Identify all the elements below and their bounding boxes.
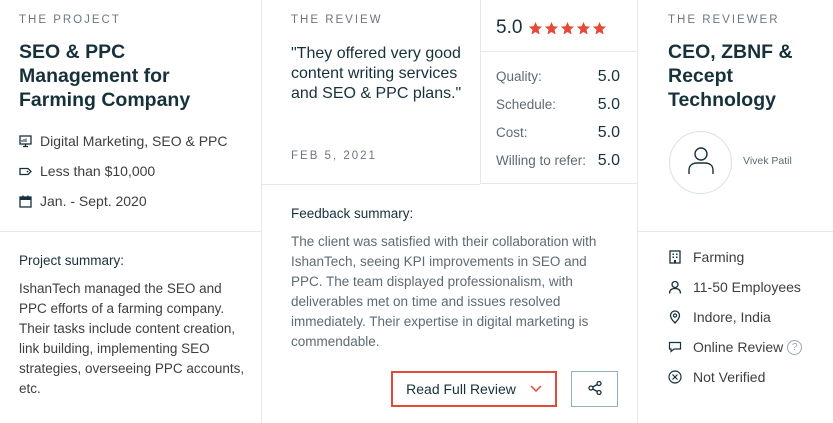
overall-rating-value: 5.0 bbox=[496, 17, 523, 38]
reviewer-review-type-text: Online Review bbox=[693, 339, 784, 355]
rating-value: 5.0 bbox=[597, 124, 620, 141]
project-budget: Less than $10,000 bbox=[19, 163, 155, 179]
rating-label: Cost: bbox=[496, 125, 528, 140]
help-icon[interactable]: ? bbox=[787, 339, 803, 355]
project-services: Digital Marketing, SEO & PPC bbox=[19, 133, 228, 149]
rating-value: 5.0 bbox=[597, 68, 620, 85]
review-eyebrow: THE REVIEW bbox=[291, 14, 383, 26]
read-full-review-label: Read Full Review bbox=[406, 381, 516, 397]
star-icon bbox=[593, 21, 607, 34]
avatar bbox=[669, 131, 732, 194]
divider bbox=[262, 184, 480, 185]
feedback-summary-label: Feedback summary: bbox=[291, 206, 414, 221]
star-icon bbox=[529, 21, 543, 34]
reviewer-name: Vivek Patil bbox=[743, 155, 792, 167]
rating-label: Willing to refer: bbox=[496, 153, 587, 168]
share-button[interactable] bbox=[571, 371, 618, 407]
user-icon bbox=[668, 280, 682, 294]
building-icon bbox=[668, 250, 682, 264]
rating-label: Quality: bbox=[496, 69, 542, 84]
divider bbox=[0, 231, 262, 232]
share-icon bbox=[587, 380, 603, 399]
star-icon bbox=[561, 21, 575, 34]
reviewer-eyebrow: THE REVIEWER bbox=[668, 14, 780, 26]
reviewer-company-size-text: 11-50 Employees bbox=[693, 279, 801, 295]
rating-label: Schedule: bbox=[496, 97, 557, 112]
project-title: SEO & PPC Management for Farming Company bbox=[19, 41, 191, 111]
ratings-box: 5.0 Quality: 5.0 Schedule: 5.0 Cost: 5.0… bbox=[480, 0, 638, 184]
reviewer-verification: Not Verified bbox=[668, 369, 765, 385]
x-circle-icon bbox=[668, 370, 682, 384]
star-rating bbox=[528, 21, 608, 36]
review-quote: "They offered very good content writing … bbox=[291, 45, 462, 102]
user-avatar-icon bbox=[684, 143, 718, 182]
project-summary-label: Project summary: bbox=[19, 253, 125, 268]
reviewer-title: CEO, ZBNF & Recept Technology bbox=[668, 41, 793, 111]
project-dates-text: Jan. - Sept. 2020 bbox=[40, 193, 147, 209]
read-full-review-button[interactable]: Read Full Review bbox=[391, 371, 557, 407]
reviewer-company-size: 11-50 Employees bbox=[668, 279, 801, 295]
star-icon bbox=[577, 21, 591, 34]
feedback-summary-text: The client was satisfied with their coll… bbox=[291, 234, 597, 349]
divider bbox=[638, 231, 833, 232]
chat-bubble-icon bbox=[668, 340, 682, 354]
project-summary-text: IshanTech managed the SEO and PPC effort… bbox=[19, 281, 245, 396]
calendar-icon bbox=[19, 195, 32, 208]
reviewer-location-text: Indore, India bbox=[693, 309, 771, 325]
rating-quality: Quality: 5.0 bbox=[496, 68, 620, 86]
chevron-down-icon bbox=[530, 385, 542, 393]
star-icon bbox=[545, 21, 559, 34]
reviewer-verification-text: Not Verified bbox=[693, 369, 766, 385]
review-date: FEB 5, 2021 bbox=[291, 150, 377, 162]
rating-willing-to-refer: Willing to refer: 5.0 bbox=[496, 152, 620, 170]
project-column: THE PROJECT SEO & PPC Management for Far… bbox=[0, 0, 262, 423]
review-column: THE REVIEW "They offered very good conte… bbox=[262, 0, 638, 423]
rating-cost: Cost: 5.0 bbox=[496, 124, 620, 142]
overall-rating: 5.0 bbox=[496, 17, 608, 39]
reviewer-industry: Farming bbox=[668, 249, 744, 265]
map-pin-icon bbox=[668, 310, 682, 324]
rating-value: 5.0 bbox=[597, 152, 620, 169]
reviewer-location: Indore, India bbox=[668, 309, 771, 325]
project-budget-text: Less than $10,000 bbox=[40, 163, 156, 179]
project-services-text: Digital Marketing, SEO & PPC bbox=[40, 133, 228, 149]
reviewer-industry-text: Farming bbox=[693, 249, 745, 265]
project-dates: Jan. - Sept. 2020 bbox=[19, 193, 147, 209]
reviewer-column: THE REVIEWER CEO, ZBNF & Recept Technolo… bbox=[638, 0, 833, 423]
reviewer-review-type: Online Review ? bbox=[668, 339, 803, 355]
monitor-icon bbox=[19, 134, 32, 148]
rating-value: 5.0 bbox=[597, 96, 620, 113]
rating-schedule: Schedule: 5.0 bbox=[496, 96, 620, 114]
project-eyebrow: THE PROJECT bbox=[19, 14, 121, 26]
divider bbox=[481, 51, 638, 52]
tag-icon bbox=[19, 165, 32, 178]
